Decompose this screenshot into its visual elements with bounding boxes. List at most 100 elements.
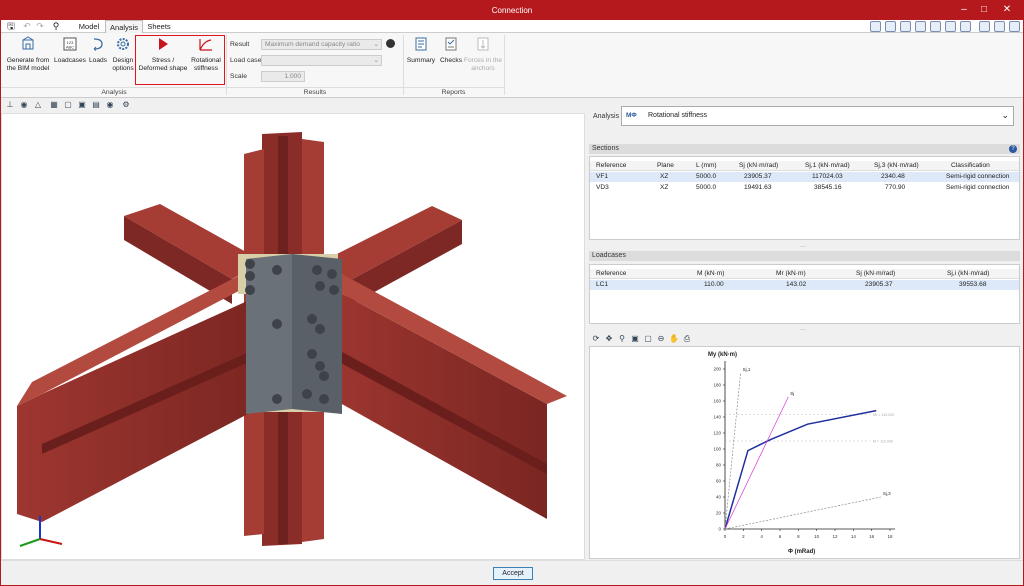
cell: XZ — [660, 173, 669, 180]
stiffness-line — [724, 396, 789, 530]
forces-label: Forces in the anchors — [463, 57, 503, 72]
minimize-icon[interactable]: – — [953, 3, 975, 17]
table-row[interactable]: VF1 XZ 5000.0 23905.37 117024.03 2340.48… — [590, 172, 1019, 182]
y-tick-label: 200 — [713, 367, 721, 372]
print-icon[interactable]: ⎙ — [682, 334, 692, 344]
pan-icon[interactable]: ✥ — [604, 334, 614, 344]
reports-group-label: Reports — [403, 87, 504, 97]
table-row[interactable]: VD3 XZ 5000.0 19491.63 38545.16 770.90 S… — [590, 183, 1019, 193]
tab-analysis[interactable]: Analysis — [105, 20, 143, 33]
splitter-handle[interactable]: … — [797, 326, 809, 332]
loadcase-select[interactable]: ⌄ — [261, 55, 382, 66]
y-tick-label: 140 — [713, 415, 721, 420]
col-length: L (mm) — [696, 162, 717, 169]
result-select[interactable]: Maximum demand capacity ratio ⌄ — [261, 39, 382, 50]
stress-label: Stress / Deformed shape — [138, 57, 188, 72]
view-rotate-icon[interactable] — [870, 21, 881, 32]
zoom-icon[interactable] — [900, 21, 911, 32]
result-value: Maximum demand capacity ratio — [265, 41, 360, 48]
view-pan-icon[interactable] — [885, 21, 896, 32]
accept-button[interactable]: Accept — [493, 567, 533, 580]
render-mode-icon[interactable] — [960, 21, 971, 32]
undo-icon[interactable]: ↶ — [21, 21, 33, 32]
tab-model[interactable]: Model — [73, 20, 105, 33]
col-sj: Sj (kN·m/rad) — [856, 270, 896, 277]
visibility-icon[interactable]: ◉ — [105, 100, 115, 110]
zoom-window-icon[interactable]: ▢ — [643, 334, 653, 344]
loads-button[interactable]: Loads — [87, 36, 109, 65]
help-icon[interactable] — [1009, 21, 1020, 32]
cell: 23905.37 — [865, 281, 893, 288]
help-icon[interactable]: ? — [1009, 145, 1017, 153]
y-tick-label: 20 — [716, 511, 722, 516]
table-row[interactable]: LC1 110.00 143.02 23905.37 39553.68 — [590, 280, 1019, 290]
layout-single-icon[interactable] — [979, 21, 990, 32]
col-m: M (kN·m) — [697, 270, 725, 277]
rotate-icon[interactable]: ⟳ — [591, 334, 601, 344]
design-options-button[interactable]: Design options — [110, 36, 136, 73]
tab-sheets[interactable]: Sheets — [143, 20, 175, 33]
x-tick-label: 10 — [814, 534, 820, 539]
axes-icon[interactable]: ⊥ — [5, 100, 15, 110]
rotational-stiffness-icon — [199, 39, 212, 51]
x-tick-label: 14 — [851, 534, 857, 539]
moment-rotation-chart: 0 2 4 6 8 10 12 14 16 18 0 20 40 60 80 100 120 140 160 180 2… — [589, 346, 1020, 559]
summary-icon — [415, 37, 427, 51]
close-icon[interactable]: ✕ — [996, 3, 1018, 17]
settings-icon[interactable]: ⚙ — [121, 100, 131, 110]
cube-icon[interactable]: ▣ — [77, 100, 87, 110]
splitter-handle[interactable]: … — [797, 243, 809, 249]
cell: Semi-rigid connection — [946, 173, 1010, 180]
y-tick-label: 160 — [713, 399, 721, 404]
anchor-forces-icon — [477, 37, 489, 51]
zoom-icon[interactable]: ⚲ — [617, 334, 627, 344]
title-bar: Connection – □ ✕ — [1, 1, 1023, 20]
redo-icon[interactable]: ↷ — [34, 21, 46, 32]
layout-split-icon[interactable] — [994, 21, 1005, 32]
sections-table: Reference Plane L (mm) Sj (kN·m/rad) Sj,… — [589, 156, 1020, 240]
stress-deformed-button[interactable]: Stress / Deformed shape — [137, 36, 189, 73]
loadcases-button[interactable]: 123 ABC Loadcases — [54, 36, 86, 65]
generate-from-bim-button[interactable]: Generate from the BIM model — [4, 36, 52, 73]
summary-button[interactable]: Summary — [405, 36, 437, 65]
view-3d-icon[interactable]: △ — [33, 100, 43, 110]
scale-input[interactable]: 1.000 — [261, 71, 305, 82]
forces-anchors-button[interactable]: Forces in the anchors — [463, 36, 503, 73]
y-tick-label: 80 — [716, 463, 722, 468]
zoom-window-icon[interactable] — [930, 21, 941, 32]
zoom-extents-icon[interactable]: ▣ — [630, 334, 640, 344]
x-tick-label: 16 — [869, 534, 875, 539]
zoom-extents-icon[interactable] — [915, 21, 926, 32]
x-tick-label: 6 — [779, 534, 782, 539]
summary-label: Summary — [406, 57, 436, 64]
x-tick-label: 18 — [887, 534, 893, 539]
info-icon[interactable] — [386, 39, 395, 48]
results-group-label: Results — [227, 87, 403, 97]
series-label: Sj,3 — [883, 491, 891, 496]
stiffness-line — [724, 372, 741, 530]
x-tick-label: 8 — [797, 534, 800, 539]
analysis-select[interactable]: MΦ Rotational stiffness ⌄ — [621, 106, 1014, 126]
series-label: Sj — [790, 391, 794, 396]
zoom-in-icon[interactable] — [945, 21, 956, 32]
bim-model-icon — [22, 36, 34, 50]
stiffness-line — [724, 496, 881, 530]
zoom-out-icon[interactable]: ⊖ — [656, 334, 666, 344]
cell: 143.02 — [786, 281, 807, 288]
loadcases-title: Loadcases — [592, 252, 626, 259]
save-icon[interactable]: 🖫 — [5, 21, 17, 32]
hand-icon[interactable]: ✋ — [669, 334, 679, 344]
table-icon[interactable]: ▤ — [91, 100, 101, 110]
search-icon[interactable]: ⚲ — [50, 21, 62, 32]
checks-button[interactable]: Checks — [438, 36, 464, 65]
maximize-icon[interactable]: □ — [973, 3, 995, 17]
results-pane: Analysis MΦ Rotational stiffness ⌄ Secti… — [587, 98, 1023, 560]
3d-viewport[interactable] — [1, 113, 585, 560]
grid-icon[interactable]: ▦ — [49, 100, 59, 110]
eye-icon[interactable]: ◉ — [19, 100, 29, 110]
ribbon-separator — [403, 35, 404, 95]
series-label: Sj,1 — [743, 367, 751, 372]
rotational-stiffness-button[interactable]: Rotational stiffness — [189, 36, 223, 73]
layers-icon[interactable]: ▢ — [63, 100, 73, 110]
steel-connection-model — [17, 132, 567, 547]
